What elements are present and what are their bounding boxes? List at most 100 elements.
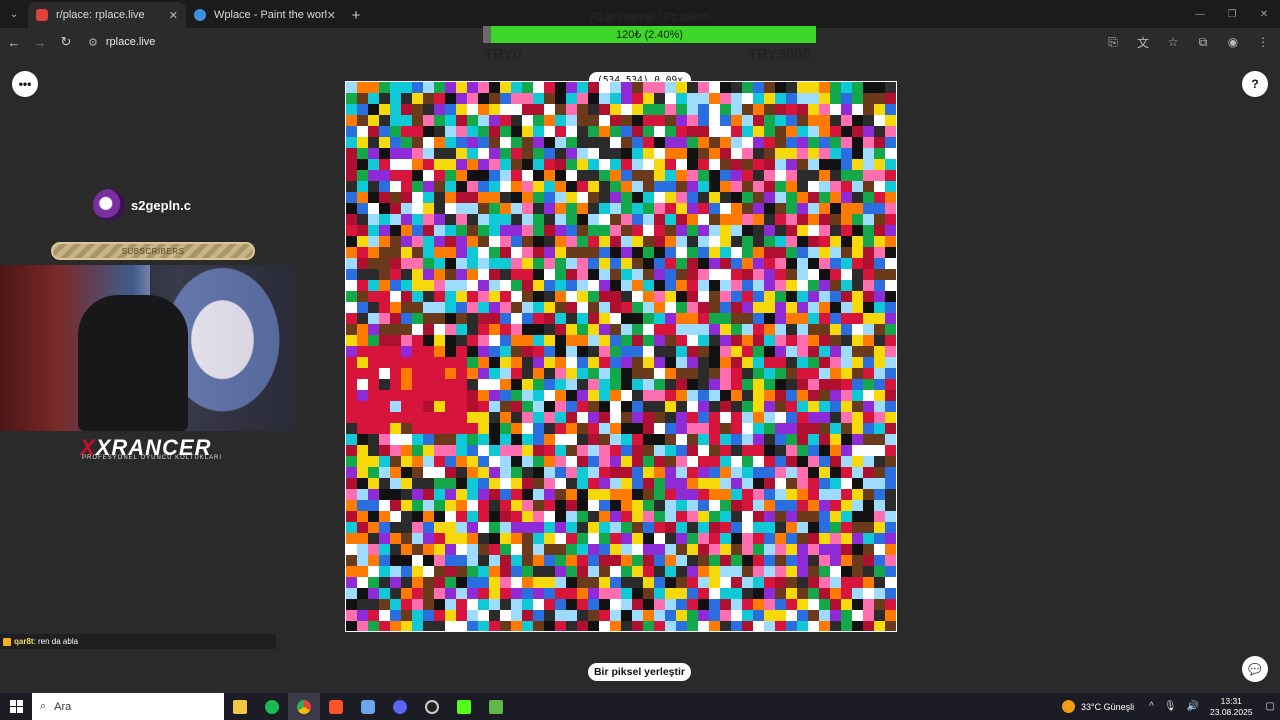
canvas-pixel-block xyxy=(841,181,852,192)
canvas-pixel-block xyxy=(808,214,819,225)
canvas-pixel-block xyxy=(720,291,731,302)
canvas-pixel-block xyxy=(698,203,709,214)
canvas-pixel-block xyxy=(577,258,588,269)
pixel-art-canvas[interactable] xyxy=(346,82,896,631)
canvas-pixel-block xyxy=(533,313,544,324)
canvas-pixel-block xyxy=(643,467,654,478)
canvas-pixel-block xyxy=(599,456,610,467)
canvas-pixel-block xyxy=(423,203,434,214)
close-window-icon[interactable]: ✕ xyxy=(1248,0,1280,28)
url-field[interactable]: ⚙ rplace.live xyxy=(88,36,155,49)
close-icon[interactable]: ✕ xyxy=(327,9,336,22)
reload-icon[interactable]: ↻ xyxy=(54,30,78,54)
spotify-icon[interactable] xyxy=(256,693,288,720)
brave-icon[interactable] xyxy=(320,693,352,720)
notification-icon[interactable]: ▢ xyxy=(1266,701,1275,712)
canvas-pixel-block xyxy=(665,104,676,115)
game-app-icon[interactable] xyxy=(480,693,512,720)
canvas-pixel-block xyxy=(577,302,588,313)
maximize-icon[interactable]: ❐ xyxy=(1216,0,1248,28)
canvas-pixel-block xyxy=(786,478,797,489)
site-info-icon[interactable]: ⚙ xyxy=(88,36,98,49)
canvas-pixel-block xyxy=(676,489,687,500)
streaming-app-icon[interactable] xyxy=(448,693,480,720)
microphone-icon[interactable]: 🎙 xyxy=(1164,701,1177,712)
canvas-pixel-block xyxy=(346,203,357,214)
canvas-pixel-block xyxy=(819,577,830,588)
profile-icon[interactable]: ◉ xyxy=(1222,30,1244,54)
canvas-pixel-block xyxy=(764,203,775,214)
minimize-icon[interactable]: — xyxy=(1184,0,1216,28)
new-tab-button[interactable]: + xyxy=(344,2,368,28)
canvas-pixel-block xyxy=(742,137,753,148)
canvas-pixel-block xyxy=(412,599,423,610)
canvas-pixel-block xyxy=(720,621,731,631)
canvas-pixel-block xyxy=(797,423,808,434)
canvas-pixel-block xyxy=(841,577,852,588)
canvas-pixel-block xyxy=(467,148,478,159)
file-explorer-icon[interactable] xyxy=(224,693,256,720)
canvas-pixel-block xyxy=(742,346,753,357)
weather-widget[interactable]: 33°C Güneşli xyxy=(1062,700,1134,713)
volume-icon[interactable]: 🔊 xyxy=(1187,701,1199,712)
chevron-up-icon[interactable]: ^ xyxy=(1149,701,1154,712)
canvas-pixel-block xyxy=(401,225,412,236)
canvas-pixel-block xyxy=(687,247,698,258)
clock[interactable]: 13:31 23.08.2025 xyxy=(1210,696,1253,718)
settings-app-icon[interactable] xyxy=(352,693,384,720)
canvas-pixel-block xyxy=(621,280,632,291)
tab-search-chevron-icon[interactable]: ⌄ xyxy=(0,0,28,28)
obs-icon[interactable] xyxy=(416,693,448,720)
install-app-icon[interactable]: ⎘ xyxy=(1102,30,1124,54)
canvas-pixel-block xyxy=(610,368,621,379)
canvas-pixel-block xyxy=(412,236,423,247)
forward-arrow-icon[interactable]: → xyxy=(28,30,52,54)
start-button[interactable] xyxy=(0,693,32,720)
canvas-pixel-block xyxy=(445,126,456,137)
canvas-pixel-block xyxy=(610,225,621,236)
canvas-pixel-block xyxy=(445,588,456,599)
canvas-pixel-block xyxy=(643,412,654,423)
translate-icon[interactable]: 文 xyxy=(1132,30,1154,54)
close-icon[interactable]: ✕ xyxy=(169,9,178,22)
chat-button[interactable]: 💬 xyxy=(1242,656,1268,682)
canvas-pixel-block xyxy=(577,170,588,181)
canvas-pixel-block xyxy=(357,588,368,599)
taskbar-search[interactable]: ⌕ Ara xyxy=(32,693,224,720)
tab-rplace[interactable]: r/place: rplace.live ✕ xyxy=(28,2,186,28)
canvas-pixel-block xyxy=(412,489,423,500)
place-pixel-button[interactable]: Bir piksel yerleştir xyxy=(588,663,691,681)
canvas-pixel-block xyxy=(797,346,808,357)
more-menu-icon[interactable]: ⋮ xyxy=(1252,30,1274,54)
canvas-pixel-block xyxy=(698,368,709,379)
canvas-pixel-block xyxy=(621,82,632,93)
canvas-pixel-block xyxy=(830,434,841,445)
discord-icon[interactable] xyxy=(384,693,416,720)
help-button[interactable]: ? xyxy=(1242,71,1268,97)
canvas-pixel-block xyxy=(423,225,434,236)
canvas-pixel-block xyxy=(852,610,863,621)
chrome-icon[interactable] xyxy=(288,693,320,720)
canvas-pixel-block xyxy=(522,203,533,214)
donation-amount: 120₺ (2.40%) xyxy=(616,29,683,41)
canvas-pixel-block xyxy=(632,104,643,115)
canvas-pixel-block xyxy=(489,368,500,379)
canvas-pixel-block xyxy=(423,412,434,423)
more-options-button[interactable]: ••• xyxy=(12,71,38,97)
canvas-pixel-block xyxy=(500,555,511,566)
tab-wplace[interactable]: Wplace - Paint the world ✕ xyxy=(186,2,344,28)
extensions-icon[interactable]: ⧉ xyxy=(1192,30,1214,54)
canvas-pixel-block xyxy=(379,588,390,599)
canvas-pixel-block xyxy=(687,500,698,511)
canvas-pixel-block xyxy=(423,313,434,324)
canvas-pixel-block xyxy=(577,390,588,401)
back-arrow-icon[interactable]: ← xyxy=(2,30,26,54)
canvas-pixel-block xyxy=(654,93,665,104)
canvas-pixel-block xyxy=(456,225,467,236)
canvas-pixel-block xyxy=(819,467,830,478)
canvas-pixel-block xyxy=(665,445,676,456)
bookmark-star-icon[interactable]: ☆ xyxy=(1162,30,1184,54)
canvas-pixel-block xyxy=(478,280,489,291)
pixel-canvas[interactable] xyxy=(345,81,897,632)
canvas-pixel-block xyxy=(511,368,522,379)
